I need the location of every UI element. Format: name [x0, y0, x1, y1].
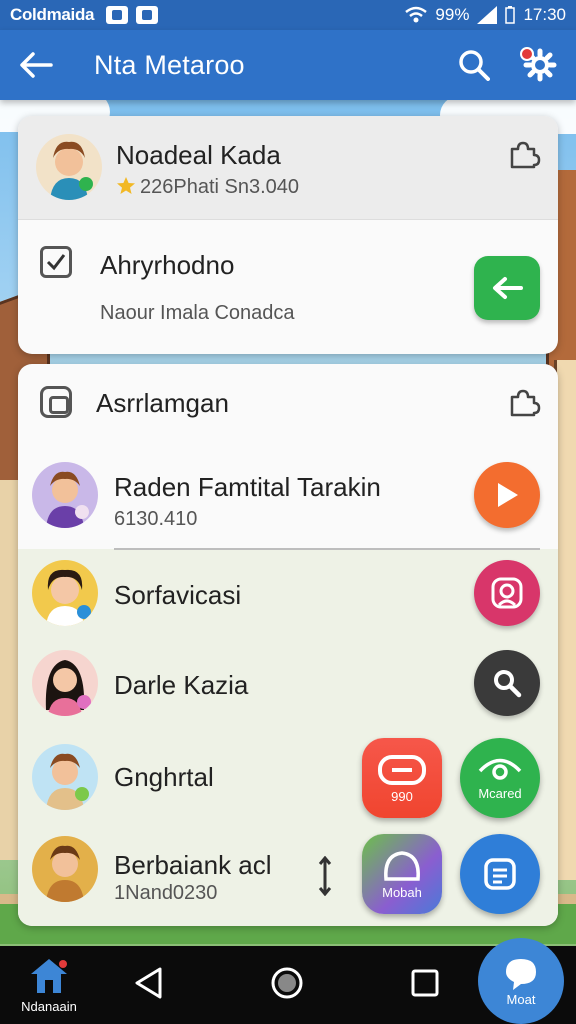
avatar — [32, 560, 98, 626]
list-edit-button[interactable] — [504, 382, 544, 422]
notes-app-tile[interactable] — [460, 834, 540, 914]
purple-app-tile[interactable]: Mobah — [362, 834, 442, 914]
nav-home-button[interactable]: Ndanaain — [14, 956, 84, 1014]
signal-icon — [477, 6, 498, 24]
item-name: Darle Kazia — [114, 670, 249, 700]
carrier-label: Coldmaida — [10, 5, 95, 24]
home-circle-icon[interactable] — [270, 966, 304, 1000]
check-icon — [46, 254, 66, 271]
red-tile-label: 990 — [391, 788, 413, 804]
list-header: Asrrlamgan — [96, 388, 229, 418]
battery-percent: 99% — [435, 5, 470, 24]
nav-home-label: Ndanaain — [21, 999, 77, 1014]
purple-tile-label: Mobah — [382, 884, 422, 900]
profile-name: Noadeal Kada — [116, 140, 281, 170]
search-button[interactable] — [454, 45, 494, 85]
red-app-tile[interactable]: 990 — [362, 738, 442, 818]
wifi-icon — [405, 6, 428, 23]
profile-rating: 226Phati Sn3.040 — [140, 176, 300, 198]
item-name: Berbaiank acl — [114, 850, 272, 880]
green-tile-label: Mcared — [478, 785, 522, 801]
item-sub: 1Nand0230 — [114, 882, 218, 904]
page-title: Nta Metaroo — [94, 49, 245, 80]
star-icon — [117, 177, 135, 194]
person-search-icon — [491, 577, 523, 609]
profile-card: Noadeal Kada 226Phati Sn3.040 Ahryrhodno… — [18, 116, 558, 354]
recents-square-icon[interactable] — [410, 968, 440, 998]
back-arrow-icon — [20, 52, 53, 78]
list-card: Asrrlamgan Raden Famtital Tarakin 6130.4… — [18, 364, 558, 926]
avatar — [32, 650, 98, 716]
eye-icon — [478, 758, 522, 780]
leaf-icon — [384, 850, 420, 881]
puzzle-icon — [510, 389, 541, 417]
play-icon — [498, 483, 518, 507]
search-icon — [459, 50, 490, 81]
list-item[interactable]: Sorfavicasi — [18, 560, 558, 636]
settings-button[interactable] — [520, 45, 560, 85]
list-item[interactable]: Darle Kazia — [18, 650, 558, 726]
chat-fab-label: Moat — [506, 991, 536, 1007]
task-action-button[interactable] — [474, 256, 540, 320]
profile-avatar — [36, 134, 102, 200]
home-icon — [31, 959, 67, 993]
item-name: Raden Famtital Tarakin — [114, 472, 381, 502]
avatar — [32, 836, 98, 902]
app-bar: Nta Metaroo — [0, 30, 576, 100]
status-bar: Coldmaida 99% 17:30 — [0, 0, 576, 30]
profile-row[interactable]: Noadeal Kada 226Phati Sn3.040 — [18, 116, 558, 220]
edit-profile-button[interactable] — [504, 134, 544, 174]
search-button-item[interactable] — [474, 650, 540, 716]
divider — [114, 548, 540, 550]
play-button[interactable] — [474, 462, 540, 528]
item-sub: 6130.410 — [114, 508, 198, 530]
task-subtitle: Naour Imala Conadca — [100, 302, 295, 324]
notification-badge — [520, 47, 534, 61]
reorder-icon[interactable] — [318, 856, 332, 896]
chat-fab[interactable]: Moat — [478, 938, 564, 1024]
list-item[interactable]: Raden Famtital Tarakin 6130.410 — [18, 456, 558, 536]
item-name: Gnghrtal — [114, 762, 214, 792]
battery-icon — [505, 6, 516, 24]
notes-icon — [484, 858, 516, 890]
search-person-button[interactable] — [474, 560, 540, 626]
green-app-tile[interactable]: Mcared — [460, 738, 540, 818]
puzzle-icon — [510, 141, 541, 169]
back-triangle-icon[interactable] — [134, 966, 164, 1000]
task-title: Ahryrhodno — [100, 250, 235, 280]
camera-icon — [40, 386, 72, 418]
clock: 17:30 — [523, 5, 566, 24]
item-name: Sorfavicasi — [114, 580, 242, 610]
task-checkbox[interactable] — [40, 246, 72, 278]
notification-icon-2 — [136, 6, 159, 24]
arrow-left-icon — [493, 277, 523, 299]
chat-bubble-icon — [506, 958, 536, 990]
back-button[interactable] — [16, 45, 56, 85]
ticket-icon — [378, 754, 426, 785]
notification-icon — [106, 6, 129, 24]
avatar — [32, 744, 98, 810]
search-icon — [494, 670, 522, 698]
avatar — [32, 462, 98, 528]
